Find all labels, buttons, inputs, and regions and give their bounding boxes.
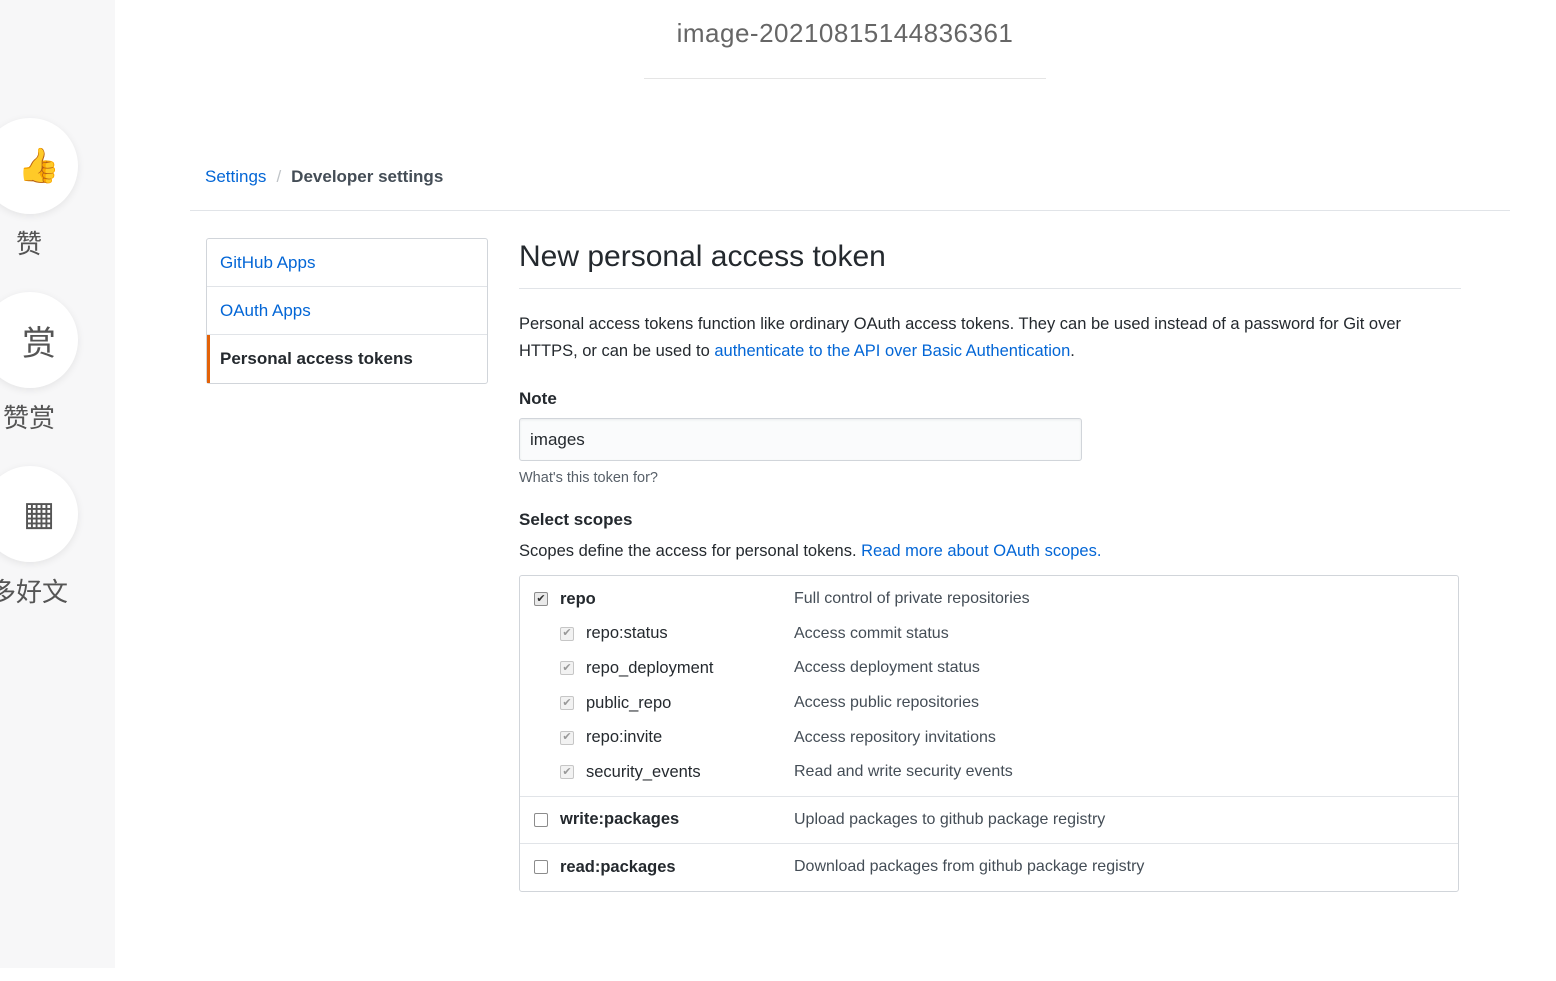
main-content: New personal access token Personal acces…: [519, 240, 1461, 892]
note-input[interactable]: [519, 418, 1082, 461]
breadcrumb-divider: [190, 210, 1510, 211]
note-help-text: What's this token for?: [519, 470, 658, 486]
scope-name-cell: ✔ security_events: [520, 763, 794, 782]
scope-description: Access public repositories: [794, 694, 979, 712]
scope-name: security_events: [586, 762, 701, 781]
scope-name: repo:status: [586, 624, 668, 643]
scope-row: ✔ repo:status Access commit status: [520, 617, 1458, 652]
scope-name-cell: ✔ repo:status: [520, 624, 794, 643]
reward-label: 赞赏: [3, 404, 56, 434]
oauth-scopes-link[interactable]: Read more about OAuth scopes.: [861, 542, 1101, 560]
scope-name-cell: ✔ repo_deployment: [520, 659, 794, 678]
scope-name: repo:invite: [586, 728, 663, 747]
token-description: Personal access tokens function like ord…: [519, 311, 1461, 365]
scope-row: ✔ repo:invite Access repository invitation…: [520, 720, 1458, 755]
scope-checkbox[interactable]: ✔: [534, 592, 548, 607]
menu-item-github-apps[interactable]: GitHub Apps: [207, 239, 487, 287]
scope-checkbox[interactable]: ✔: [560, 730, 574, 745]
note-label: Note: [519, 389, 557, 408]
scope-row: read:packages Download packages from gith…: [520, 850, 1458, 885]
scope-group: write:packages Upload packages to github …: [520, 797, 1458, 845]
menu-item-oauth-apps[interactable]: OAuth Apps: [207, 287, 487, 335]
menu-item-personal-access-tokens[interactable]: Personal access tokens: [207, 335, 487, 383]
bottom-caption-fragment: [816, 958, 822, 981]
scope-description: Access commit status: [794, 624, 949, 642]
scope-checkbox[interactable]: [534, 860, 548, 875]
scope-checkbox[interactable]: ✔: [560, 661, 574, 676]
basic-auth-link[interactable]: authenticate to the API over Basic Authe…: [714, 342, 1070, 360]
image-title: image-20210815144836361: [676, 18, 1014, 48]
scope-checkbox[interactable]: ✔: [560, 696, 574, 711]
page-title: New personal access token: [519, 240, 1461, 289]
scope-description: Access repository invitations: [794, 728, 996, 746]
thumbs-up-icon: 👍: [17, 146, 61, 186]
scope-name-cell: ✔ public_repo: [520, 694, 794, 713]
scope-row: ✔ repo Full control of private repositorie…: [520, 582, 1458, 617]
image-title-divider: [644, 78, 1046, 79]
scope-description: Full control of private repositories: [794, 590, 1030, 608]
developer-settings-menu: GitHub Apps OAuth Apps Personal access t…: [206, 238, 488, 384]
scope-name: read:packages: [560, 857, 676, 876]
scope-name: write:packages: [560, 810, 680, 829]
scope-description: Access deployment status: [794, 659, 980, 677]
more-articles-label: 多好文: [0, 578, 69, 608]
scope-checkbox[interactable]: ✔: [560, 626, 574, 641]
scope-group: read:packages Download packages from gith…: [520, 844, 1458, 891]
like-label: 赞: [16, 230, 43, 260]
scopes-description: Scopes define the access for personal to…: [519, 542, 1461, 561]
qr-code-icon: ▦: [22, 494, 56, 534]
scope-group: ✔ repo Full control of private repositorie…: [520, 576, 1458, 797]
breadcrumb: Settings / Developer settings: [205, 167, 443, 187]
scope-name-cell: read:packages: [520, 858, 794, 877]
scope-name: repo: [560, 589, 596, 608]
scope-name: repo_deployment: [586, 658, 714, 677]
scope-description: Upload packages to github package regist…: [794, 810, 1106, 828]
scope-checkbox[interactable]: ✔: [560, 765, 574, 780]
scope-description: Read and write security events: [794, 763, 1013, 781]
scope-row: ✔ public_repo Access public repositories: [520, 686, 1458, 721]
select-scopes-label: Select scopes: [519, 510, 633, 529]
scopes-table: ✔ repo Full control of private repositorie…: [519, 575, 1459, 892]
scope-description: Download packages from github package re…: [794, 858, 1145, 876]
scopes-description-text: Scopes define the access for personal to…: [519, 542, 862, 560]
scope-name-cell: ✔ repo:invite: [520, 728, 794, 747]
scope-checkbox[interactable]: [534, 812, 548, 827]
breadcrumb-separator: /: [276, 167, 282, 186]
scope-row: ✔ security_events Read and write security …: [520, 755, 1458, 790]
scope-row: write:packages Upload packages to github …: [520, 803, 1458, 838]
breadcrumb-current: Developer settings: [291, 167, 444, 186]
description-end: .: [1070, 342, 1075, 360]
scope-name-cell: write:packages: [520, 810, 794, 829]
reward-icon: 赏: [22, 323, 56, 364]
breadcrumb-settings-link[interactable]: Settings: [205, 167, 266, 187]
scope-name: public_repo: [586, 693, 672, 712]
scope-name-cell: ✔ repo: [520, 590, 794, 609]
scope-row: ✔ repo_deployment Access deployment status: [520, 651, 1458, 686]
